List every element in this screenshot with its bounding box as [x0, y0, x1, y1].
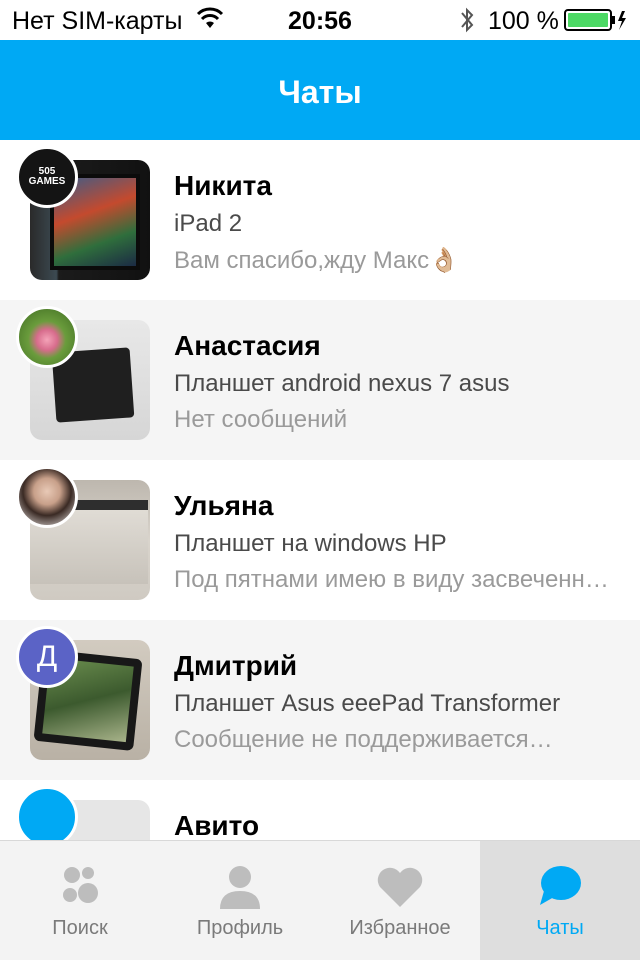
battery-percent: 100 % [488, 7, 559, 35]
avatar-letter: Д [36, 640, 58, 673]
chat-last-message: Вам спасибо,жду Макс👌🏼 [174, 247, 460, 274]
chat-subject: Планшет Asus eeePad Transformer [174, 690, 561, 717]
chat-last-message: Под пятнами имею в виду засвеченные… [174, 566, 614, 593]
chat-subject: Планшет на windows HP [174, 530, 447, 557]
tab-profile[interactable]: Профиль [160, 841, 320, 960]
battery-icon [564, 9, 626, 31]
chat-subject: Планшет android nexus 7 asus [174, 370, 510, 397]
avatar-logo-text: 505 GAMES [28, 166, 66, 187]
heart-icon [377, 867, 423, 907]
tab-favorites[interactable]: Избранное [320, 841, 480, 960]
chat-name: Никита [174, 170, 272, 201]
page-title: Чаты [278, 74, 362, 110]
chat-name: Дмитрий [174, 650, 298, 681]
chat-name: Ульяна [174, 490, 274, 521]
chat-row-nikita[interactable]: 505 GAMES Никита iPad 2 Вам спасибо,жду … [0, 140, 640, 300]
chat-row-anastasia[interactable]: Анастасия Планшет android nexus 7 asus Н… [0, 300, 640, 460]
status-bar: Нет SIM-карты 20:56 100 % [0, 0, 640, 40]
chat-list[interactable]: 505 GAMES Никита iPad 2 Вам спасибо,жду … [0, 140, 640, 840]
search-dots-icon [63, 867, 98, 903]
tab-chats[interactable]: Чаты [480, 841, 640, 960]
chat-name: Анастасия [174, 330, 321, 361]
avatar: 505 GAMES [16, 146, 78, 208]
chat-bubble-icon [540, 866, 581, 905]
chat-row-ulyana[interactable]: Ульяна Планшет на windows HP Под пятнами… [0, 460, 640, 620]
chat-last-message: Нет сообщений [174, 406, 348, 433]
bluetooth-icon [461, 7, 474, 33]
tab-label: Чаты [536, 917, 584, 939]
charging-bolt-icon [618, 11, 626, 30]
avatar: Д [16, 626, 78, 688]
avatar [16, 306, 78, 368]
chat-row-dmitriy[interactable]: Д Дмитрий Планшет Asus eeePad Transforme… [0, 620, 640, 780]
profile-icon [220, 866, 260, 909]
tab-label: Профиль [196, 917, 284, 939]
chat-row-avito[interactable]: Авито [0, 780, 640, 840]
tab-label: Поиск [52, 917, 108, 939]
avatar [16, 466, 78, 528]
nav-bar: Чаты [0, 40, 640, 140]
tab-bar: Поиск Профиль Избранное Чаты [0, 840, 640, 960]
chat-subject: iPad 2 [174, 210, 243, 237]
avatar [16, 786, 78, 840]
tab-search[interactable]: Поиск [0, 841, 160, 960]
chat-last-message: Сообщение не поддерживается… [174, 726, 553, 753]
chat-name: Авито [174, 810, 260, 840]
tab-label: Избранное [349, 917, 451, 939]
